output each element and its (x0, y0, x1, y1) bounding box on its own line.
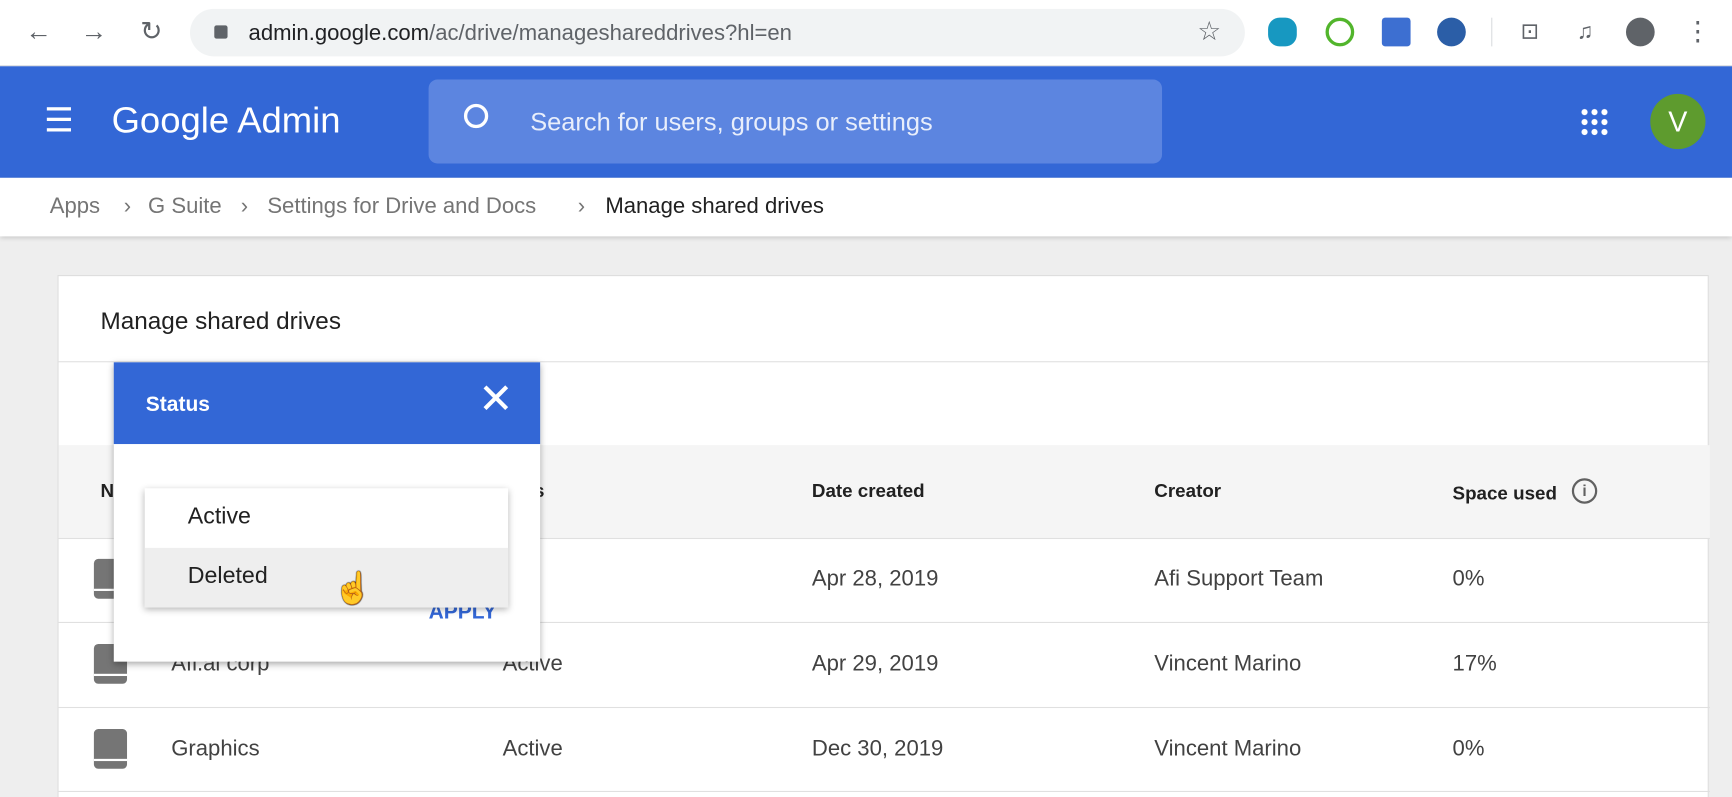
more-icon[interactable]: ⋮ (1681, 15, 1714, 48)
card-title: Manage shared drives (100, 307, 341, 335)
status-filter-popup: Status ✕ APPLY Active Deleted (113, 362, 541, 662)
info-icon[interactable]: i (1571, 478, 1598, 504)
option-deleted[interactable]: Deleted (144, 547, 509, 608)
breadcrumb-current: Manage shared drives (605, 194, 824, 219)
download-icon[interactable] (1437, 17, 1466, 47)
menu-icon[interactable]: ☰ (44, 104, 74, 137)
apps-grid-icon[interactable] (1579, 107, 1609, 136)
app-header: ☰ Google Admin Search for users, groups … (0, 66, 1732, 178)
cast-icon[interactable]: ⊡ (1513, 15, 1546, 48)
url-host: admin.google.com (248, 20, 430, 46)
forward-icon[interactable]: → (77, 15, 110, 48)
media-icon[interactable]: ♫ (1569, 15, 1602, 48)
divider (1491, 17, 1493, 47)
drive-space: 0% (1452, 736, 1485, 762)
drive-creator: Vincent Marino (1154, 651, 1302, 677)
save-icon[interactable] (1381, 17, 1411, 47)
breadcrumb-gsuite[interactable]: G Suite (148, 194, 222, 219)
table-row[interactable]: Graphics Active Dec 30, 2019 Vincent Mar… (59, 707, 1710, 792)
drive-date: Apr 28, 2019 (811, 566, 939, 591)
drive-name[interactable]: Graphics (171, 737, 259, 762)
breadcrumb: Apps › G Suite › Settings for Drive and … (0, 177, 1732, 237)
check-icon[interactable] (1325, 17, 1355, 47)
profile-icon[interactable] (1625, 17, 1655, 47)
close-icon[interactable]: ✕ (478, 378, 513, 422)
col-date-created[interactable]: Date created (812, 481, 925, 503)
col-name[interactable]: N (101, 481, 115, 503)
chevron-right-icon: › (123, 194, 132, 219)
breadcrumb-apps[interactable]: Apps (50, 194, 100, 219)
search-input[interactable]: Search for users, groups or settings (428, 79, 1163, 164)
popup-header: Status ✕ (113, 362, 541, 445)
drive-creator: Afi Support Team (1154, 566, 1324, 591)
status-dropdown-menu: Active Deleted (144, 488, 509, 608)
url-path: /ac/drive/manageshareddrives?hl=en (429, 20, 792, 46)
search-placeholder: Search for users, groups or settings (530, 107, 933, 136)
drive-date: Dec 30, 2019 (811, 736, 944, 762)
reload-icon[interactable]: ↻ (135, 15, 168, 48)
drive-space: 0% (1452, 566, 1485, 591)
chevron-right-icon: › (240, 194, 249, 219)
col-creator[interactable]: Creator (1154, 481, 1221, 503)
drive-space: 17% (1452, 651, 1497, 677)
divider (58, 790, 1710, 792)
back-icon[interactable]: ← (22, 15, 55, 48)
address-bar[interactable]: admin.google.com/ac/drive/manageshareddr… (189, 8, 1245, 57)
hand-cursor-icon: ☝ (333, 571, 373, 606)
logo[interactable]: Google Admin (112, 99, 341, 141)
avatar[interactable]: V (1650, 93, 1706, 150)
url-text: admin.google.com/ac/drive/manageshareddr… (249, 21, 792, 46)
shared-drive-icon (93, 729, 128, 769)
drive-status: Active (502, 736, 563, 762)
drive-date: Apr 29, 2019 (811, 651, 939, 677)
lock-icon (214, 25, 228, 39)
col-space-used[interactable]: Space used (1453, 483, 1557, 505)
star-icon[interactable]: ☆ (1197, 15, 1221, 47)
drive-creator: Vincent Marino (1154, 736, 1302, 762)
popup-title: Status (145, 393, 210, 417)
salesforce-icon[interactable] (1268, 17, 1297, 47)
chevron-right-icon: › (577, 194, 586, 219)
option-active[interactable]: Active (145, 488, 508, 548)
search-icon (463, 103, 489, 129)
breadcrumb-drive-settings[interactable]: Settings for Drive and Docs (267, 194, 536, 219)
browser-toolbar: ← → ↻ admin.google.com/ac/drive/managesh… (0, 0, 1732, 67)
